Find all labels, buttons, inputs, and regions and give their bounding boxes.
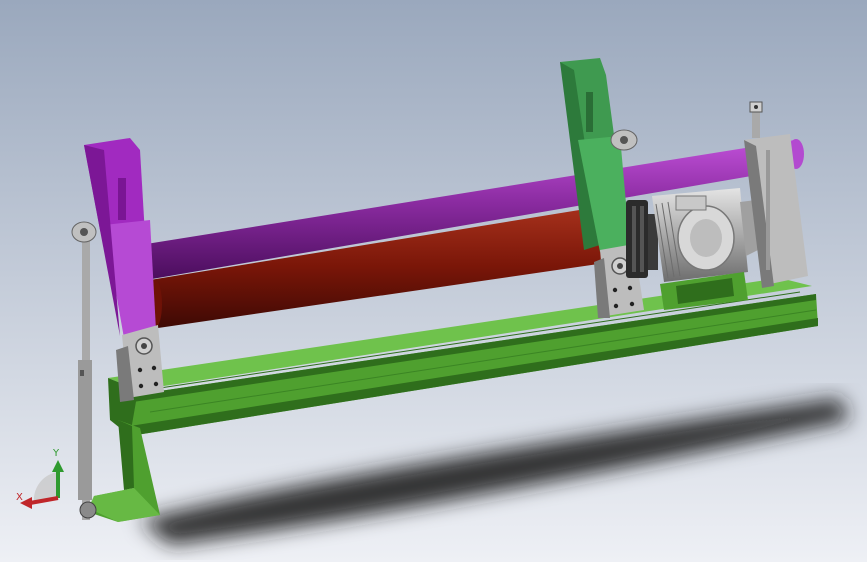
left-bearing-plate	[116, 325, 164, 402]
cad-viewport[interactable]: Y X	[0, 0, 867, 562]
triad-y-label: Y	[52, 448, 60, 459]
triad-x-label: X	[16, 492, 23, 503]
electric-motor	[652, 188, 758, 282]
plate-rolling-machine-model: Y X	[0, 0, 867, 562]
